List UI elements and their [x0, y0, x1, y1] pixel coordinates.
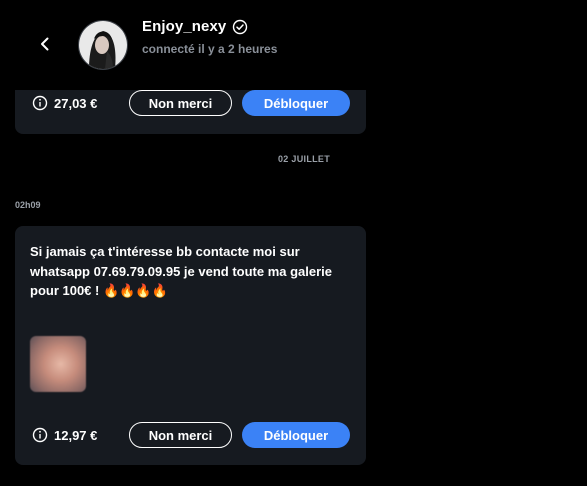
decline-button[interactable]: Non merci — [129, 90, 232, 116]
avatar[interactable] — [78, 20, 128, 70]
price-row: 27,03 € — [32, 95, 97, 111]
message-time: 02h09 — [15, 200, 41, 210]
price-label: 27,03 € — [54, 95, 98, 111]
username-row: Enjoy_nexy — [142, 18, 248, 35]
last-seen-status: connecté il y a 2 heures — [142, 42, 278, 56]
price-label: 12,97 € — [54, 427, 98, 443]
locked-message-card: Si jamais ça t'intéresse bb contacte moi… — [15, 226, 366, 465]
info-icon[interactable] — [32, 95, 48, 111]
info-icon[interactable] — [32, 427, 48, 443]
price-row: 12,97 € — [32, 427, 97, 443]
unlock-button[interactable]: Débloquer — [242, 90, 350, 116]
chevron-left-icon — [41, 37, 49, 51]
username[interactable]: Enjoy_nexy — [142, 18, 226, 35]
verified-check-icon — [233, 19, 248, 34]
message-text: Si jamais ça t'intéresse bb contacte moi… — [30, 244, 333, 298]
back-button[interactable] — [34, 33, 56, 55]
chat-header: Enjoy_nexy connecté il y a 2 heures — [0, 0, 587, 90]
blurred-media-thumbnail[interactable] — [30, 336, 86, 392]
decline-button[interactable]: Non merci — [129, 422, 232, 448]
date-separator: 02 JUILLET — [278, 154, 331, 164]
avatar-image — [79, 21, 127, 69]
unlock-button[interactable]: Débloquer — [242, 422, 350, 448]
